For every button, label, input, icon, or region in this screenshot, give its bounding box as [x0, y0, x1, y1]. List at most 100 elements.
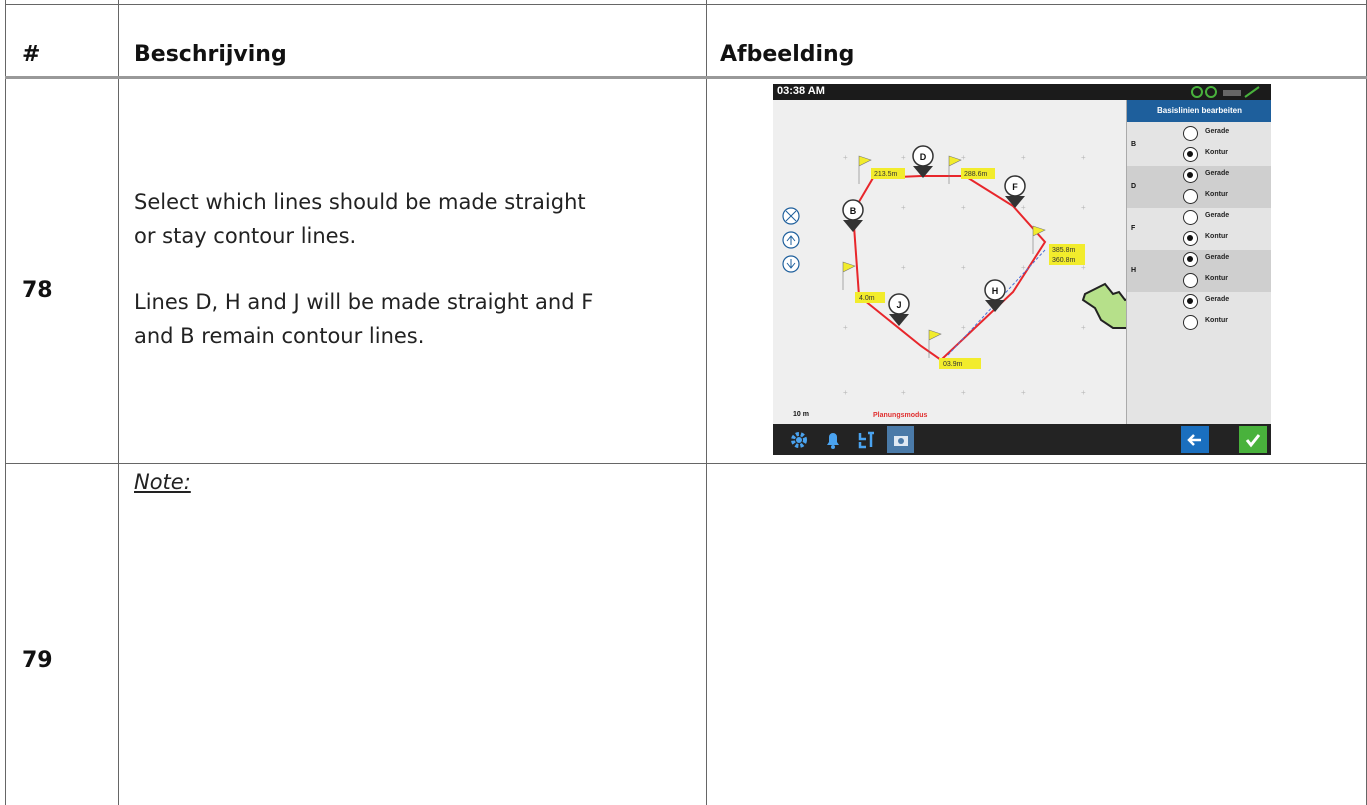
flag-icon [948, 155, 962, 184]
antenna-icon [1244, 86, 1260, 98]
row-divider [5, 463, 1367, 464]
svg-text:+: + [901, 153, 906, 162]
option-straight[interactable]: Gerade [1183, 250, 1271, 270]
svg-text:+: + [901, 263, 906, 272]
tools-button[interactable] [853, 426, 880, 453]
marker-label: F [1012, 182, 1018, 192]
camera-icon [893, 435, 908, 446]
option-label: Gerade [1205, 128, 1230, 135]
option-straight[interactable]: Gerade [1183, 208, 1271, 228]
back-button[interactable] [1181, 426, 1209, 453]
line-letter: D [1131, 183, 1137, 190]
option-label: Gerade [1205, 170, 1230, 177]
settings-panel: Basislinien bearbeiten B Gerade Kontur D… [1126, 100, 1271, 424]
option-contour[interactable]: Kontur [1183, 271, 1271, 291]
option-label: Gerade [1205, 296, 1230, 303]
description-line: or stay contour lines. [134, 224, 357, 248]
header-underline [5, 76, 1367, 79]
panel-title: Basislinien bearbeiten [1127, 100, 1271, 122]
status-bar: 03:38 AM [773, 84, 1271, 100]
line-letter: F [1131, 225, 1136, 232]
option-straight[interactable]: Gerade [1183, 166, 1271, 186]
radio-button[interactable] [1183, 252, 1198, 267]
radio-button[interactable] [1183, 294, 1198, 309]
clock: 03:38 AM [777, 85, 825, 97]
radio-button[interactable] [1183, 231, 1198, 246]
measurement-label: 03.9m [943, 361, 963, 368]
option-label: Kontur [1205, 191, 1228, 198]
back-arrow-icon [1187, 433, 1201, 446]
header-description: Beschrijving [134, 42, 287, 67]
option-straight[interactable]: Gerade [1183, 292, 1271, 312]
flag-icon [842, 261, 856, 290]
header-image: Afbeelding [720, 42, 855, 67]
zoom-out-icon [782, 255, 800, 273]
radio-button[interactable] [1183, 189, 1198, 204]
flag-icon [858, 155, 872, 184]
radio-button[interactable] [1183, 315, 1198, 330]
gps-icon [1191, 86, 1203, 98]
line-group-f: F Gerade Kontur [1127, 208, 1271, 250]
line-group-h: H Gerade Kontur [1127, 250, 1271, 292]
svg-text:+: + [961, 388, 966, 397]
pointing-hand-icon [1081, 282, 1126, 329]
radio-button[interactable] [1183, 168, 1198, 183]
svg-text:+: + [961, 263, 966, 272]
marker-d: D [912, 145, 934, 178]
option-contour[interactable]: Kontur [1183, 229, 1271, 249]
tool-icon [858, 431, 874, 448]
camera-button[interactable] [887, 426, 914, 453]
line-group-b: B Gerade Kontur [1127, 124, 1271, 166]
map-view[interactable]: + + + + + + + + + + + + + + + + + + + + + 213.5m 288.6m … [773, 100, 1126, 424]
confirm-button[interactable] [1239, 426, 1267, 453]
scale-label: 10 m [793, 411, 809, 418]
radio-button[interactable] [1183, 210, 1198, 225]
measurement-label: 385.8m [1052, 247, 1076, 254]
svg-text:+: + [1021, 153, 1026, 162]
svg-text:+: + [901, 203, 906, 212]
satellite-icon [1205, 86, 1217, 98]
settings-button[interactable] [785, 426, 812, 453]
description-line: and B remain contour lines. [134, 324, 425, 348]
alarm-button[interactable] [819, 426, 846, 453]
option-contour[interactable]: Kontur [1183, 187, 1271, 207]
svg-text:+: + [1081, 323, 1086, 332]
svg-text:+: + [1021, 203, 1026, 212]
svg-text:+: + [843, 388, 848, 397]
measurement-label: 288.6m [964, 171, 988, 178]
marker-label: D [920, 152, 927, 162]
signal-icon [1223, 90, 1241, 96]
svg-text:+: + [1081, 153, 1086, 162]
marker-label: J [896, 300, 901, 310]
svg-text:+: + [1021, 388, 1026, 397]
col-divider-1 [118, 0, 119, 805]
marker-label: H [992, 286, 999, 296]
marker-label: B [850, 206, 857, 216]
col-divider-2 [706, 0, 707, 805]
header-number: # [22, 42, 41, 67]
description-line: Lines D, H and J will be made straight a… [134, 290, 594, 314]
svg-text:+: + [843, 323, 848, 332]
table-border-left [5, 0, 6, 805]
svg-text:+: + [961, 153, 966, 162]
svg-text:+: + [1081, 388, 1086, 397]
zoom-extents-icon [782, 207, 800, 225]
radio-button[interactable] [1183, 273, 1198, 288]
measurement-labels: 213.5m 288.6m 385.8m 360.8m 4.0m 03.9m [855, 168, 1085, 369]
option-contour[interactable]: Kontur [1183, 145, 1271, 165]
checkmark-icon [1245, 433, 1261, 447]
option-label: Gerade [1205, 254, 1230, 261]
measurement-label: 4.0m [859, 295, 875, 302]
svg-text:+: + [1021, 263, 1026, 272]
zoom-controls[interactable] [782, 207, 800, 273]
row-number: 79 [22, 648, 53, 673]
option-straight[interactable]: Gerade [1183, 124, 1271, 144]
radio-button[interactable] [1183, 147, 1198, 162]
radio-button[interactable] [1183, 126, 1198, 141]
measurement-label: 213.5m [874, 171, 898, 178]
bell-icon [826, 432, 839, 449]
option-label: Kontur [1205, 275, 1228, 282]
note-label: Note: [134, 470, 191, 494]
measurement-label: 360.8m [1052, 257, 1076, 264]
option-contour[interactable]: Kontur [1183, 313, 1271, 333]
